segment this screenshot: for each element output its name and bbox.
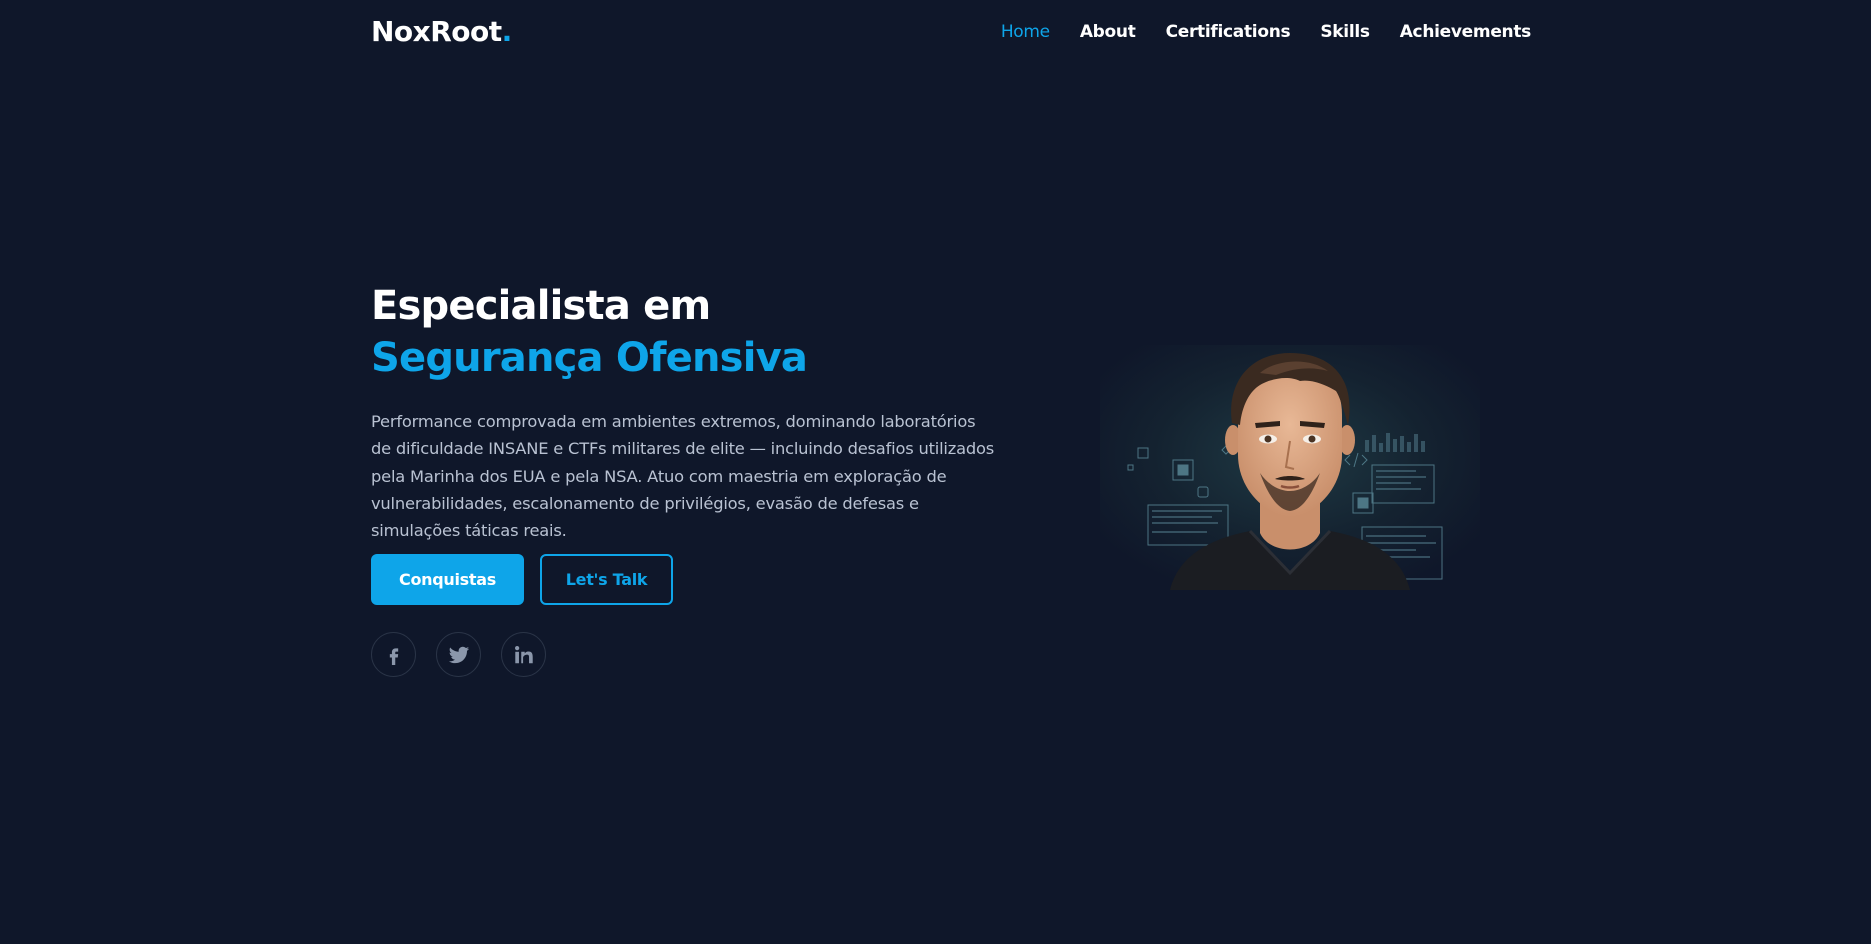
logo-dot: . [501,15,513,48]
hero-title-line1: Especialista em [371,283,711,329]
lets-talk-button[interactable]: Let's Talk [540,554,673,605]
linkedin-link[interactable] [501,632,546,677]
facebook-link[interactable] [371,632,416,677]
logo-text: NoxRoot [371,15,502,48]
nav-link-certifications[interactable]: Certifications [1166,22,1291,42]
twitter-icon [448,646,469,663]
hero-buttons: Conquistas Let's Talk [371,554,673,605]
top-navigation: NoxRoot. Home About Certifications Skill… [0,0,1871,66]
portrait-illustration [1100,345,1480,590]
hero-text: Especialista em Segurança Ofensiva Perfo… [371,280,1011,544]
nav-link-about[interactable]: About [1080,22,1136,42]
twitter-link[interactable] [436,632,481,677]
nav-link-achievements[interactable]: Achievements [1400,22,1532,42]
hero-description: Performance comprovada em ambientes extr… [371,412,995,541]
social-links [371,632,546,677]
nav-links: Home About Certifications Skills Achieve… [1001,22,1531,42]
facebook-icon [389,647,398,665]
hero-title: Especialista em Segurança Ofensiva [371,280,1011,384]
conquistas-button[interactable]: Conquistas [371,554,524,605]
nav-link-skills[interactable]: Skills [1320,22,1370,42]
linkedin-icon [514,645,533,663]
hero-portrait-image [1100,345,1480,590]
hero-title-line2: Segurança Ofensiva [371,335,808,381]
site-logo[interactable]: NoxRoot. [371,15,512,48]
nav-link-home[interactable]: Home [1001,22,1050,42]
